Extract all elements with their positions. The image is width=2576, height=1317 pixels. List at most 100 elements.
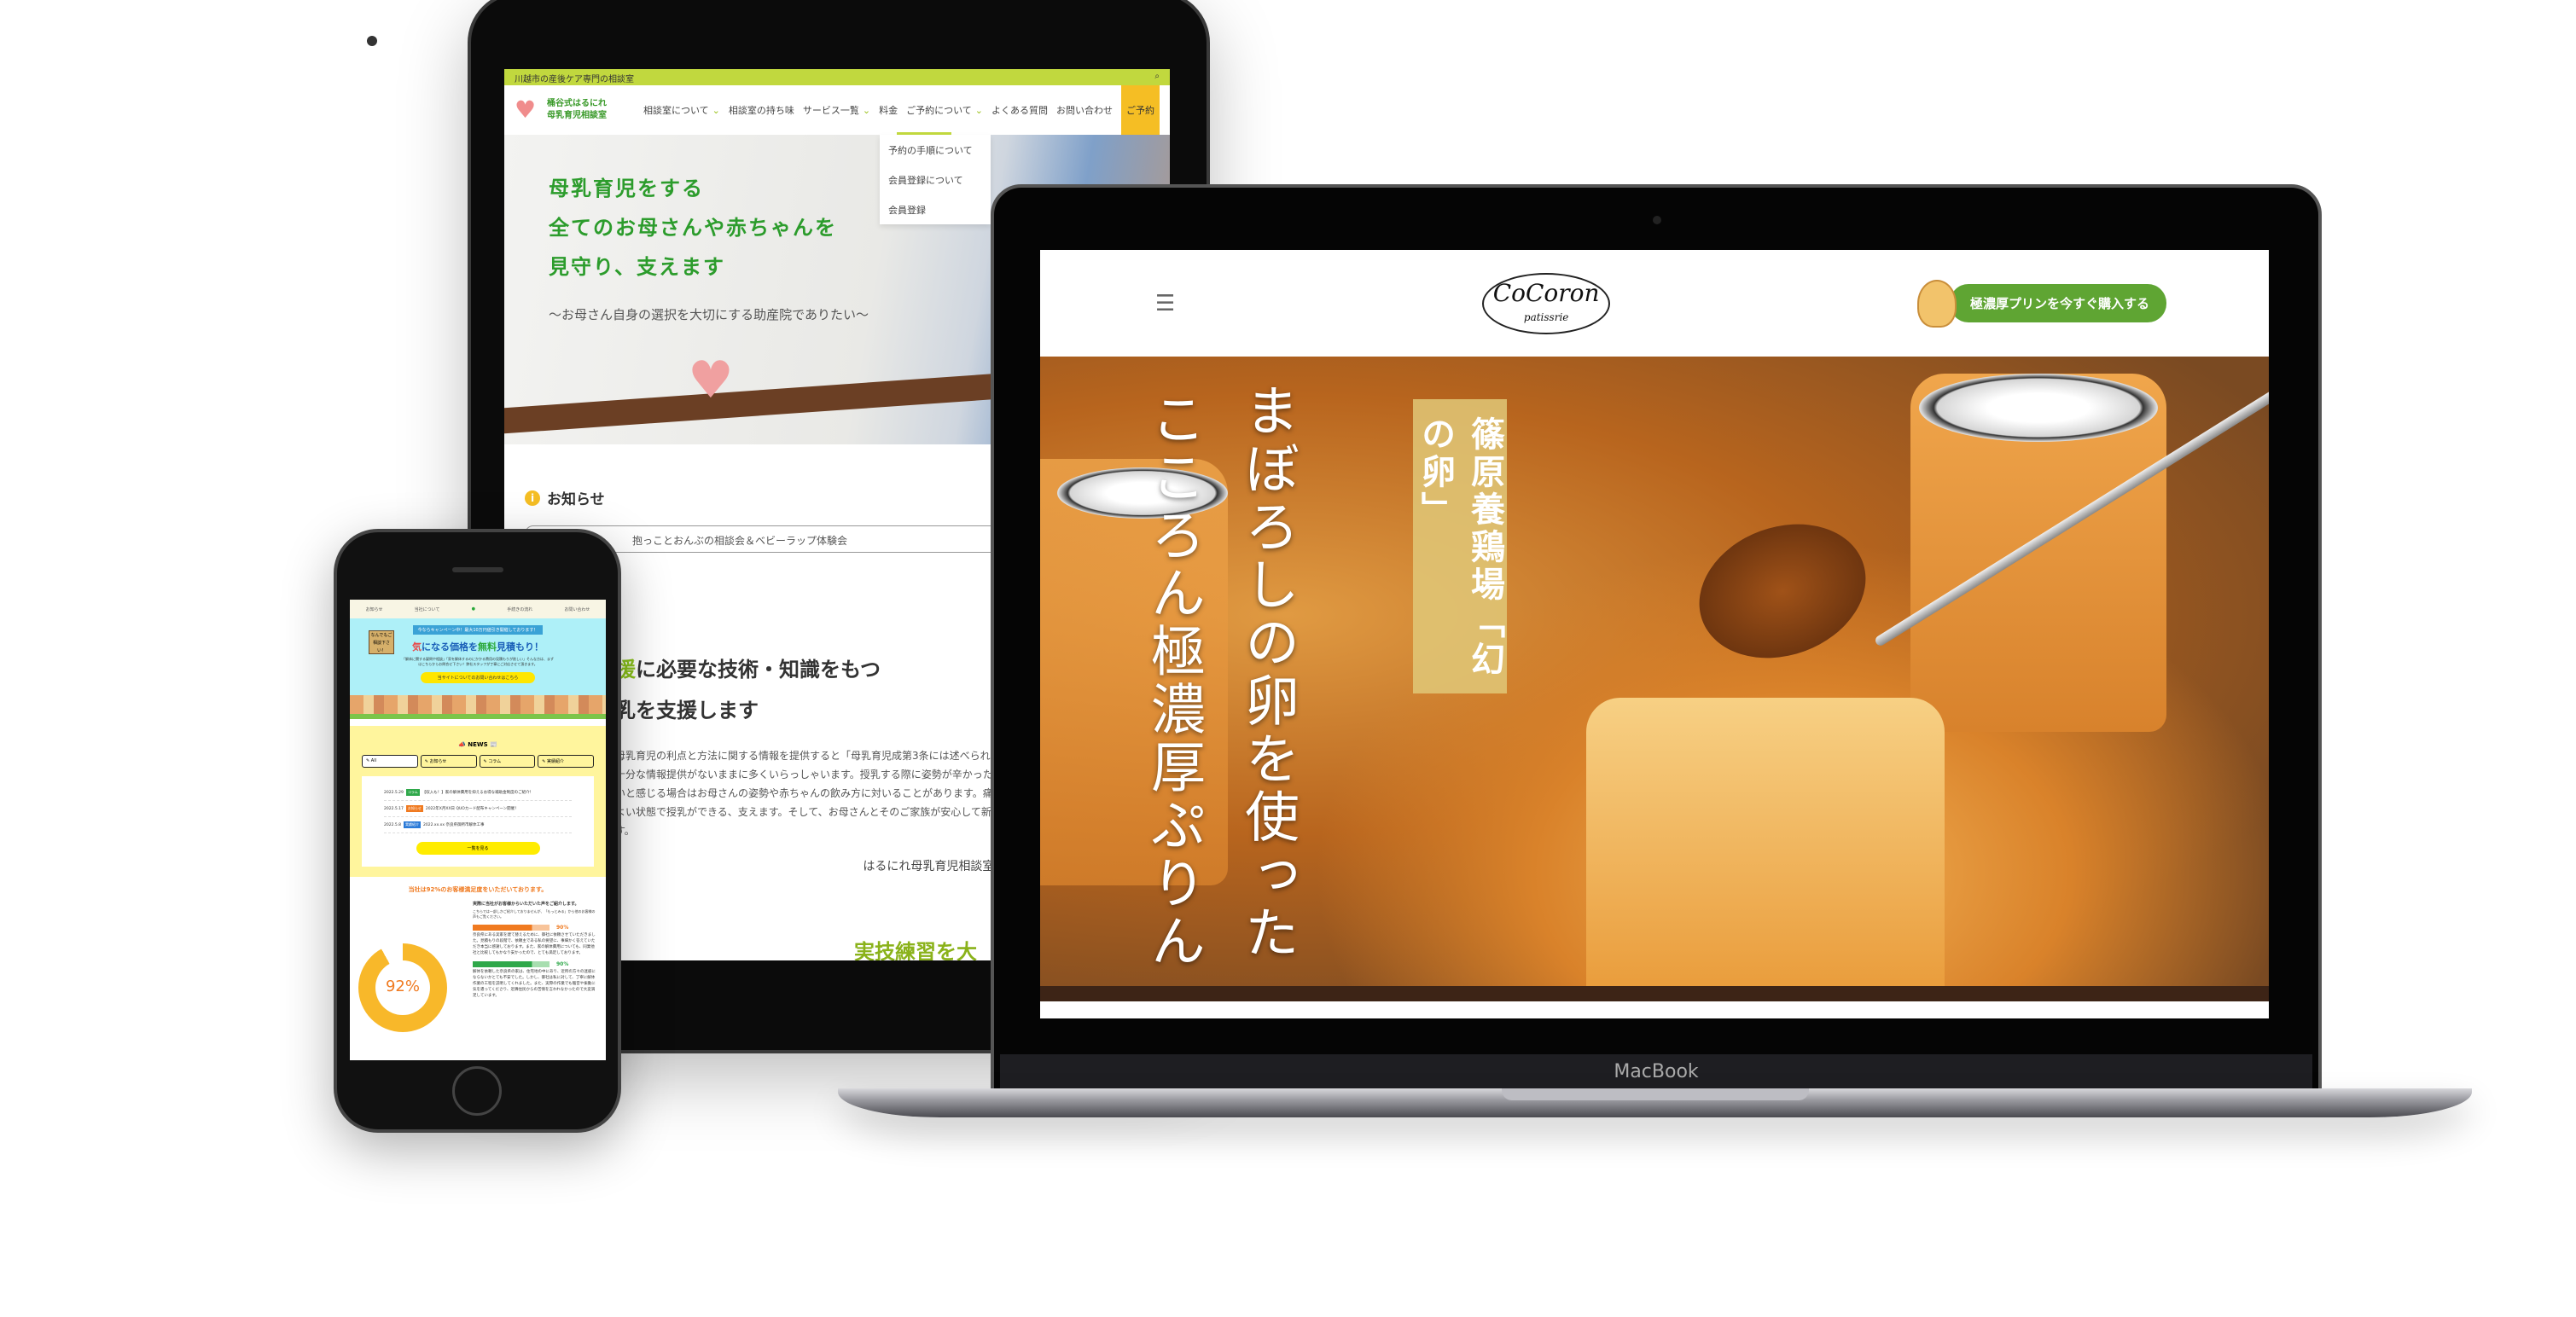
heart-hands-logo-icon: ♥ — [688, 351, 734, 410]
nav-reservation-info[interactable]: ご予約について ⌄ — [906, 103, 983, 117]
tab-column[interactable]: ✎ コラム — [479, 755, 536, 768]
hamburger-menu-icon[interactable]: ☰ — [1155, 291, 1175, 316]
dropdown-item[interactable]: 予約の手順について — [880, 135, 991, 165]
nav-contact[interactable]: お問い合わせ — [564, 606, 590, 612]
news-row[interactable]: 2022.5.8 実績紹介 2022.xx.xx 奈良県御所市解体工事 — [384, 817, 572, 833]
tab-label: All — [370, 758, 376, 763]
nav-price[interactable]: 料金 — [879, 103, 898, 117]
news-row[interactable]: 2022.5.17 お知らせ 2022年X月XX日 QUOカード配布キャンペーン開催… — [384, 801, 572, 817]
news-tag: コラム — [405, 789, 420, 796]
reservation-dropdown: 予約の手順について 会員登録について 会員登録 — [880, 132, 991, 224]
news-date: 2022.5.17 — [384, 806, 404, 811]
review-text: 解体を依頼した奈良県の家は、住宅地の中にあり、近所の方々の迷惑にならないかとても… — [473, 970, 596, 998]
buy-button[interactable]: 極濃厚プリンを今すぐ購入する — [1949, 284, 2166, 322]
nav-contact[interactable]: お問い合わせ — [1056, 103, 1113, 117]
active-underline — [897, 132, 951, 135]
view-all-button[interactable]: 一覧を見る — [416, 842, 540, 855]
dropdown-item[interactable]: 会員登録 — [880, 194, 991, 224]
review-text: 奈良県にある実家を建て替えるために、御社に依頼させていただきました。見積もりの段… — [473, 933, 596, 955]
nav-about[interactable]: 相談室について ⌄ — [643, 103, 720, 117]
satisfaction-heading: 当社は92%のお客様満足度をいただいております。 — [408, 886, 548, 893]
title-part: 無料 — [478, 641, 497, 653]
search-icon[interactable]: ⌕ — [1154, 72, 1160, 83]
logo-subtext: patissrie — [1523, 310, 1569, 323]
jar-lid — [1919, 374, 2158, 442]
site-logo[interactable]: ♥ 桶谷式はるにれ 母乳育児相談室 — [515, 97, 643, 123]
heading-text: に必要な技術・知識をもつ — [636, 658, 881, 682]
heading-text: 乳を支援します — [615, 699, 759, 722]
contact-cta-button[interactable]: 当サイトについてのお問い合わせはこちら — [420, 672, 536, 683]
macbook-notch — [1502, 1088, 1809, 1100]
egg-label: 篠原養鶏場「幻の卵」 — [1416, 416, 1504, 679]
reviews: 実際に当社がお客様からいただいた声をご紹介します。 こちらでは一部しかご紹介して… — [447, 901, 597, 1032]
news-date: 2022.5.8 — [384, 822, 402, 827]
nav-services[interactable]: サービス一覧 ⌄ — [803, 103, 870, 117]
logo-text: CoCoron — [1492, 278, 1600, 307]
review-score-bar: 90% — [473, 961, 597, 967]
pudding-scoop — [1680, 502, 1885, 681]
macbook-screen: ☰ CoCoron patissrie 極濃厚プリンを今すぐ購入する こころん極濃… — [1040, 250, 2269, 1018]
cocoron-logo[interactable]: CoCoron patissrie — [1482, 272, 1611, 334]
info-icon: i — [525, 490, 540, 506]
tab-news[interactable]: ✎ お知らせ — [420, 755, 477, 768]
chevron-down-icon: ⌄ — [974, 105, 983, 116]
nav-label: ご予約について — [906, 105, 972, 116]
bar-fill — [473, 961, 550, 967]
nav-process[interactable]: 手続きの流れ — [507, 606, 532, 612]
consult-sign: なんでもご相談下さい！ — [369, 630, 394, 654]
nav-news[interactable]: お知らせ — [366, 606, 383, 612]
news-text: 2022.xx.xx 奈良県御所市解体工事 — [423, 823, 485, 827]
section-heading: 実技練習を大 — [854, 940, 977, 960]
site-header: ☰ CoCoron patissrie 極濃厚プリンを今すぐ購入する — [1040, 250, 2269, 357]
donut-label: 92% — [385, 978, 420, 995]
hero-banner: なんでもご相談下さい！ 今ならキャンペーン中！最大10万円値引き開催しております… — [350, 618, 606, 719]
macbook-camera — [1653, 216, 1661, 224]
tagline: 川越市の産後ケア専門の相談室 — [515, 75, 634, 84]
score-label: 90% — [556, 925, 569, 931]
phone-speaker — [452, 567, 503, 572]
heart-hands-logo-icon: ♥ — [515, 96, 537, 124]
nav-reserve-button[interactable]: ご予約 — [1121, 85, 1160, 135]
phone-screen: お知らせ 当社について ● 手続きの流れ お問い合わせ なんでもご相談下さい！ … — [350, 600, 606, 1060]
news-heading: 📣 NEWS 📰 — [458, 741, 497, 748]
news-row[interactable]: 2022.5.29 コラム 【収入も！】家の解体費用を抑えるお得な補助金制度のご紹介… — [384, 785, 572, 801]
phone-home-button[interactable] — [452, 1066, 502, 1116]
site-logo-icon[interactable]: ● — [472, 606, 475, 612]
buy-cta[interactable]: 極濃厚プリンを今すぐ購入する — [1916, 279, 2166, 328]
top-bar: 川越市の産後ケア専門の相談室 ⌕ — [504, 69, 1170, 85]
voices-title: 実際に当社がお客様からいただいた声をご紹介します。 — [473, 902, 579, 907]
macbook-chin: MacBook — [1000, 1054, 2312, 1090]
hero-line: 母乳育児をする — [549, 177, 704, 200]
pudding-jar — [1586, 698, 1945, 1001]
hero-line: 全てのお母さんや赤ちゃんを — [549, 216, 837, 240]
nav-label: 相談室について — [643, 105, 709, 116]
news-title: NEWS — [468, 741, 488, 748]
satisfaction-section: 92% 実際に当社がお客様からいただいた声をご紹介します。 こちらでは一部しかご… — [350, 894, 606, 1039]
hero-line-1: まぼろしの卵を使った — [1236, 382, 1299, 962]
site-header: ♥ 桶谷式はるにれ 母乳育児相談室 相談室について ⌄ 相談室の持ち味 サービス一覧 ⌄… — [504, 85, 1170, 135]
chevron-down-icon: ⌄ — [862, 105, 871, 116]
nav-faq[interactable]: よくある質問 — [991, 103, 1048, 117]
voices-sub: こちらでは一部しかご紹介しておりませんが、「もっとみる」から他のお客様の声もご覧… — [473, 909, 596, 919]
news-text: 2022年X月XX日 QUOカード配布キャンペーン開催！ — [425, 807, 519, 811]
egg-label-box: 篠原養鶏場「幻の卵」 — [1413, 399, 1507, 693]
tab-works[interactable]: ✎ 実績紹介 — [538, 755, 594, 768]
campaign-banner: 今ならキャンペーン中！最大10万円値引き開催しております！ — [412, 625, 544, 635]
tab-all[interactable]: ✎ All — [362, 755, 418, 768]
site-nav: お知らせ 当社について ● 手続きの流れ お問い合わせ — [350, 600, 606, 618]
chick-mascot-icon — [1916, 279, 1957, 328]
tab-label: コラム — [488, 759, 502, 764]
nav-features[interactable]: 相談室の持ち味 — [729, 103, 794, 117]
dropdown-item[interactable]: 会員登録について — [880, 165, 991, 194]
title-part: 見積もり！ — [497, 641, 544, 653]
news-date: 2022.5.29 — [384, 790, 404, 795]
news-tabs: ✎ All ✎ お知らせ ✎ コラム ✎ 実績紹介 — [362, 755, 594, 768]
hero-subtitle: 〜お母さん自身の選択を大切にする助産院でありたい〜 — [549, 307, 869, 322]
nav-label: サービス一覧 — [802, 105, 859, 116]
nav-company[interactable]: 当社について — [415, 606, 440, 612]
main-nav: 相談室について ⌄ 相談室の持ち味 サービス一覧 ⌄ 料金 ご予約について ⌄ よくあ… — [643, 85, 1160, 135]
hero-line: 見守り、支えます — [549, 255, 726, 279]
hero-copy: 母乳育児をする全てのお母さんや赤ちゃんを 見守り、支えます — [549, 169, 837, 287]
news-section: 📣 NEWS 📰 ✎ All ✎ お知らせ ✎ コラム ✎ 実績紹介 2022.… — [350, 726, 606, 877]
news-text: 【収入も！】家の解体費用を抑えるお得な補助金制度のご紹介！ — [422, 791, 534, 795]
